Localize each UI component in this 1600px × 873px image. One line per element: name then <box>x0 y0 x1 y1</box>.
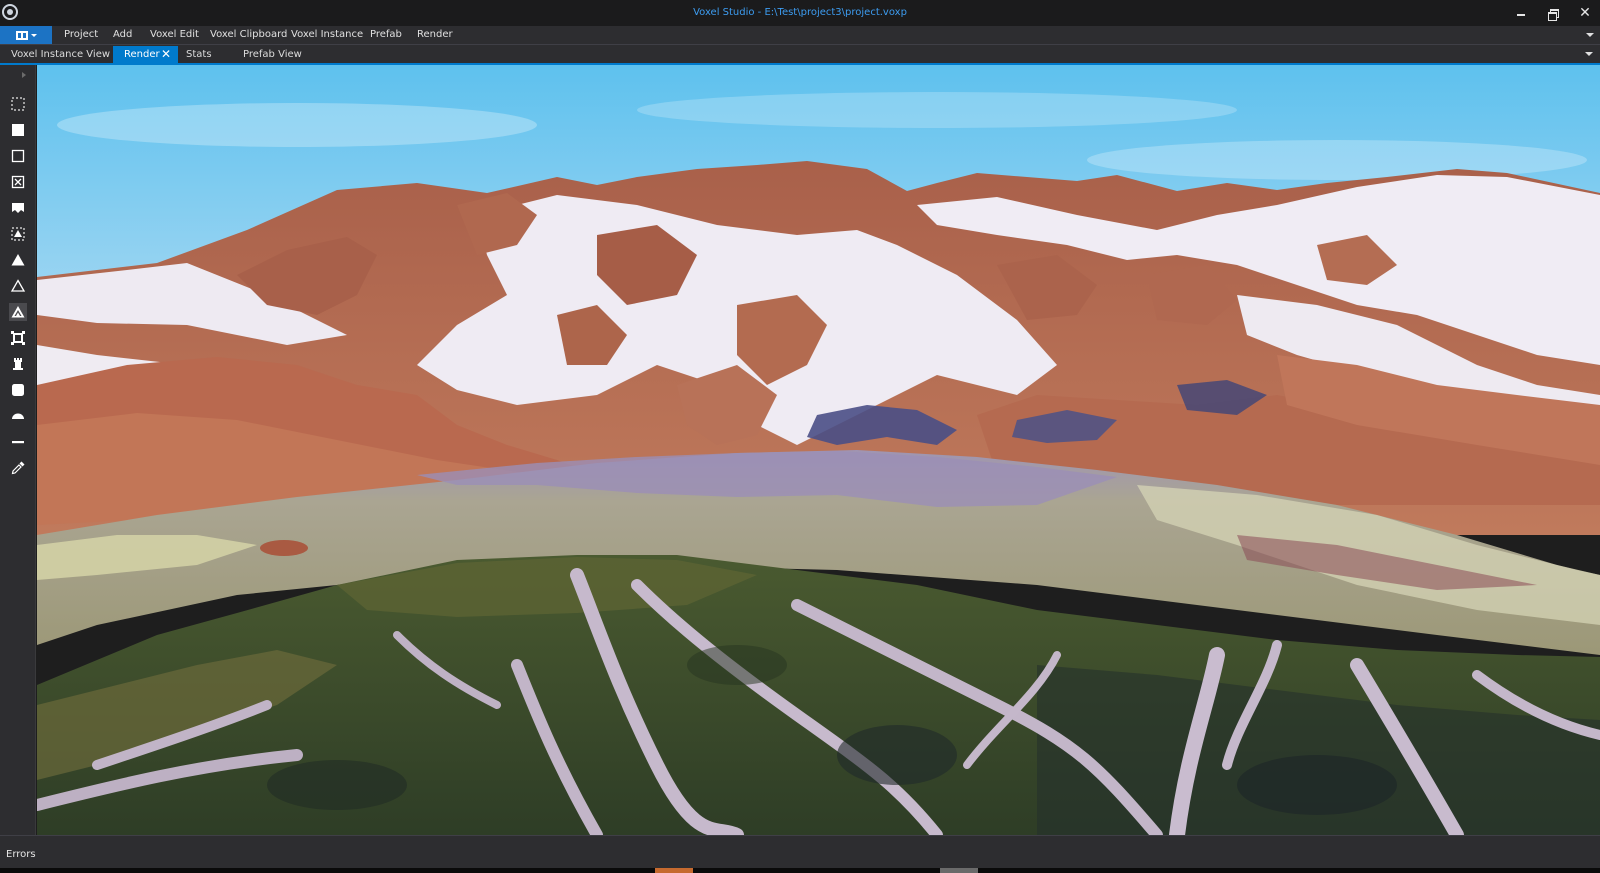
title-bar: Voxel Studio - E:\Test\project3\project.… <box>0 0 1600 26</box>
render-viewport[interactable] <box>37 65 1600 835</box>
menu-bar: Project Add Voxel Edit Voxel Clipboard V… <box>0 26 1600 44</box>
flatten-icon[interactable] <box>9 433 27 451</box>
tab-voxel-instance-view[interactable]: Voxel Instance View <box>11 46 110 64</box>
eyedropper-icon[interactable] <box>9 459 27 477</box>
window-title: Voxel Studio - E:\Test\project3\project.… <box>693 7 907 18</box>
menu-voxel-clipboard[interactable]: Voxel Clipboard <box>210 29 287 40</box>
tab-label: Render <box>124 49 160 60</box>
expand-toolbar-icon[interactable] <box>22 72 26 78</box>
select-region-icon[interactable] <box>9 225 27 243</box>
errors-panel-tab[interactable]: Errors <box>6 849 36 860</box>
document-tabs: Voxel Instance View Render ✕ Stats Prefa… <box>0 44 1600 64</box>
solid-triangle-icon[interactable] <box>9 251 27 269</box>
rounded-box-icon[interactable] <box>9 381 27 399</box>
menu-render[interactable]: Render <box>417 29 453 40</box>
menu-prefab[interactable]: Prefab <box>370 29 402 40</box>
tab-prefab-view[interactable]: Prefab View <box>243 46 302 64</box>
menu-project[interactable]: Project <box>64 29 98 40</box>
terrain-render <box>37 65 1600 835</box>
transform-box-icon[interactable] <box>9 329 27 347</box>
minimize-button[interactable] <box>1510 4 1532 22</box>
restore-button[interactable] <box>1542 4 1564 22</box>
menu-voxel-instance[interactable]: Voxel Instance <box>291 29 363 40</box>
tower-icon[interactable] <box>9 355 27 373</box>
menu-overflow-icon[interactable] <box>1586 33 1594 37</box>
outline-triangle-icon[interactable] <box>9 277 27 295</box>
outline-box-icon[interactable] <box>9 147 27 165</box>
select-rectangle-icon[interactable] <box>9 95 27 113</box>
menu-add[interactable]: Add <box>113 29 132 40</box>
chevron-down-icon <box>31 34 37 37</box>
tabs-overflow-icon[interactable] <box>1585 52 1593 56</box>
stamp-icon[interactable] <box>9 199 27 217</box>
close-button[interactable]: ✕ <box>1574 4 1596 22</box>
layout-icon <box>16 31 28 40</box>
taskbar-app-orange[interactable] <box>655 868 693 873</box>
close-tab-icon[interactable]: ✕ <box>161 46 171 63</box>
tab-label: Voxel Instance View <box>11 49 111 60</box>
taskbar-app-gray[interactable] <box>940 868 978 873</box>
layered-triangle-icon[interactable] <box>9 303 27 321</box>
tab-label: Stats <box>186 49 212 60</box>
tab-label: Prefab View <box>243 49 302 60</box>
tool-palette <box>0 65 36 837</box>
tab-stats[interactable]: Stats <box>186 46 212 64</box>
app-menu-button[interactable] <box>0 26 52 44</box>
dome-icon[interactable] <box>9 407 27 425</box>
os-taskbar <box>0 868 1600 873</box>
tab-render[interactable]: Render ✕ <box>113 46 178 64</box>
solid-box-icon[interactable] <box>9 121 27 139</box>
menu-voxel-edit[interactable]: Voxel Edit <box>150 29 199 40</box>
delete-box-icon[interactable] <box>9 173 27 191</box>
